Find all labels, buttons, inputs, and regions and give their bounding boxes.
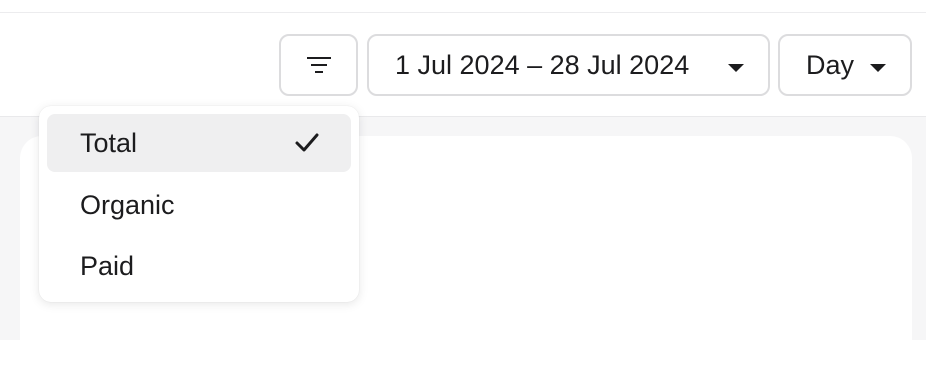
filter-lines-icon <box>306 57 331 73</box>
date-range-dropdown[interactable]: 1 Jul 2024 – 28 Jul 2024 <box>367 34 770 96</box>
granularity-dropdown[interactable]: Day <box>778 34 912 96</box>
menu-item-organic[interactable]: Organic <box>47 176 351 234</box>
menu-item-label: Paid <box>80 250 135 281</box>
date-range-label: 1 Jul 2024 – 28 Jul 2024 <box>395 49 690 80</box>
caret-down-icon <box>728 64 744 72</box>
menu-item-total[interactable]: Total <box>47 114 351 172</box>
filter-button[interactable] <box>279 34 358 96</box>
menu-item-label: Organic <box>80 189 175 220</box>
filter-menu: Total Organic Paid <box>39 106 359 302</box>
menu-item-label: Total <box>80 127 138 158</box>
checkmark-icon <box>295 133 319 152</box>
top-strip <box>0 0 926 13</box>
caret-down-icon <box>870 64 886 72</box>
granularity-label: Day <box>806 49 855 80</box>
menu-item-paid[interactable]: Paid <box>47 237 351 295</box>
